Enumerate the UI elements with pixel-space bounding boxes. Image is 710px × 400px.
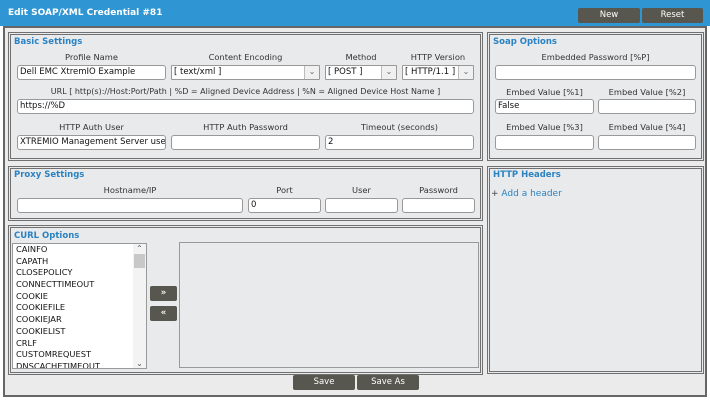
curl-options-legend: CURL Options <box>14 231 80 241</box>
auth-password-input[interactable] <box>171 135 320 150</box>
save-as-button[interactable]: Save As <box>357 375 419 390</box>
proxy-password-label: Password <box>419 185 458 195</box>
content-encoding-label: Content Encoding <box>208 52 283 62</box>
port-label: Port <box>276 185 293 195</box>
add-option-button[interactable]: » <box>150 286 177 301</box>
list-item[interactable]: CAPATH <box>13 256 146 268</box>
timeout-label: Timeout (seconds) <box>361 122 438 132</box>
method-label: Method <box>345 52 377 62</box>
chevron-down-icon: ⌄ <box>458 66 473 79</box>
proxy-password-input[interactable] <box>402 198 475 213</box>
proxy-user-input[interactable] <box>325 198 398 213</box>
proxy-settings-legend: Proxy Settings <box>14 170 85 180</box>
list-item[interactable]: CUSTOMREQUEST <box>13 349 146 361</box>
chevron-down-icon: ⌄ <box>304 66 319 79</box>
method-select[interactable]: [ POST ] ⌄ <box>325 65 397 80</box>
embed-value-4-label: Embed Value [%4] <box>608 122 686 132</box>
embed-value-1-label: Embed Value [%1] <box>506 87 583 97</box>
method-value: [ POST ] <box>328 67 363 77</box>
scroll-up-icon[interactable]: ⌃ <box>133 244 146 253</box>
hostname-input[interactable] <box>17 198 243 213</box>
auth-user-label: HTTP Auth User <box>59 122 124 132</box>
list-item[interactable]: DNSCACHETIMEOUT <box>13 361 146 368</box>
http-version-label: HTTP Version <box>410 52 466 62</box>
url-input[interactable]: https://%D <box>17 99 474 114</box>
list-item[interactable]: COOKIE <box>13 291 146 303</box>
list-item[interactable]: CRLF <box>13 338 146 350</box>
scroll-down-icon[interactable]: ⌄ <box>133 359 146 368</box>
http-version-select[interactable]: [ HTTP/1.1 ] ⌄ <box>402 65 474 80</box>
chevron-down-icon: ⌄ <box>381 66 396 79</box>
list-item[interactable]: CONNECTTIMEOUT <box>13 279 146 291</box>
soap-options-legend: Soap Options <box>493 37 557 47</box>
curl-options-list[interactable]: CAINFO CAPATH CLOSEPOLICY CONNECTTIMEOUT COO… <box>12 243 147 369</box>
embed-value-4-input[interactable] <box>598 135 696 150</box>
profile-name-label: Profile Name <box>65 52 118 62</box>
list-item[interactable]: COOKIEFILE <box>13 302 146 314</box>
list-scrollbar[interactable]: ⌃ ⌄ <box>133 244 146 368</box>
scroll-thumb[interactable] <box>134 254 145 268</box>
list-item[interactable]: CLOSEPOLICY <box>13 267 146 279</box>
auth-password-label: HTTP Auth Password <box>203 122 288 132</box>
embed-value-3-label: Embed Value [%3] <box>506 122 583 132</box>
embed-value-1-input[interactable]: False <box>495 99 594 114</box>
save-button[interactable]: Save <box>293 375 355 390</box>
add-header-label: Add a header <box>501 189 562 199</box>
http-version-value: [ HTTP/1.1 ] <box>405 67 456 77</box>
list-item[interactable]: CAINFO <box>13 244 146 256</box>
url-label: URL [ http(s)://Host:Port/Path | %D = Al… <box>50 87 441 96</box>
timeout-input[interactable]: 2 <box>325 135 474 150</box>
reset-button[interactable]: Reset <box>642 8 703 23</box>
embedded-password-input[interactable] <box>495 65 696 80</box>
new-button[interactable]: New <box>578 8 640 23</box>
embed-value-2-label: Embed Value [%2] <box>608 87 686 97</box>
auth-user-input[interactable]: XTREMIO Management Server user name <box>17 135 166 150</box>
content-encoding-value: [ text/xml ] <box>174 67 222 77</box>
content-encoding-select[interactable]: [ text/xml ] ⌄ <box>171 65 320 80</box>
port-input[interactable]: 0 <box>248 198 321 213</box>
remove-option-button[interactable]: « <box>150 306 177 321</box>
add-header-link[interactable]: + Add a header <box>491 189 562 199</box>
dialog-title: Edit SOAP/XML Credential #81 <box>8 8 163 18</box>
hostname-label: Hostname/IP <box>103 185 157 195</box>
embed-value-3-input[interactable] <box>495 135 594 150</box>
embed-value-2-input[interactable] <box>598 99 696 114</box>
list-item[interactable]: COOKIELIST <box>13 326 146 338</box>
selected-curl-options-list[interactable] <box>179 242 479 368</box>
plus-icon: + <box>491 189 499 199</box>
proxy-user-label: User <box>352 185 371 195</box>
embedded-password-label: Embedded Password [%P] <box>541 52 650 62</box>
list-item[interactable]: COOKIEJAR <box>13 314 146 326</box>
profile-name-input[interactable]: Dell EMC XtremIO Example <box>17 65 166 80</box>
http-headers-legend: HTTP Headers <box>493 170 561 180</box>
basic-settings-legend: Basic Settings <box>14 37 83 47</box>
